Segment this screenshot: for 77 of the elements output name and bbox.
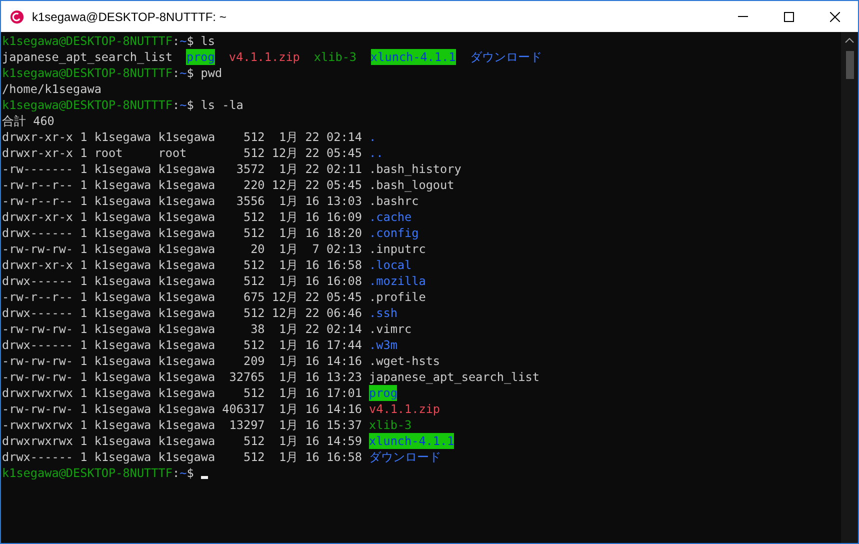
file-name: .bash_logout [369, 177, 454, 193]
directory-name: .cache [369, 209, 412, 225]
directory-name: .mozilla [369, 273, 426, 289]
file-details: drwxrwxrwx 1 k1segawa k1segawa 512 1月 16 17:01 [2, 385, 362, 401]
file-details: drwx------ 1 k1segawa k1segawa 512 1月 16 16:58 [2, 449, 362, 465]
prompt-path: ~ [180, 65, 187, 81]
prompt-separator: : [172, 465, 180, 481]
directory-name: .config [369, 225, 419, 241]
directory-name: xlunch-4.1.1 [370, 49, 456, 65]
close-icon [830, 12, 840, 22]
minimize-icon [738, 16, 748, 17]
file-details: drwxr-xr-x 1 k1segawa k1segawa 512 1月 22 02:14 [2, 129, 362, 145]
directory-name: ダウンロード [470, 49, 542, 65]
prompt-symbol: $ [186, 65, 194, 81]
file-details: drwxr-xr-x 1 k1segawa k1segawa 512 1月 16 16:09 [2, 209, 362, 225]
prompt-user: k1segawa@DESKTOP-8NUTTTF [2, 33, 172, 49]
prompt-user: k1segawa@DESKTOP-8NUTTTF [2, 65, 172, 81]
file-name: .bash_history [369, 161, 462, 177]
directory-name: prog [186, 49, 215, 65]
prompt-path: ~ [180, 97, 187, 113]
prompt-symbol: $ [186, 97, 194, 113]
prompt-separator: : [172, 97, 180, 113]
directory-name: .local [369, 257, 412, 273]
archive-name: v4.1.1.zip [228, 49, 300, 65]
directory-name: .. [369, 145, 384, 161]
directory-name: ダウンロード [369, 449, 442, 465]
file-name: .inputrc [369, 241, 426, 257]
prompt-separator: : [172, 33, 180, 49]
directory-name: . [369, 129, 376, 145]
prompt-user: k1segawa@DESKTOP-8NUTTTF [2, 465, 172, 481]
prompt-path: ~ [180, 465, 187, 481]
file-details: drwx------ 1 k1segawa k1segawa 512 1月 16 17:44 [2, 337, 362, 353]
file-name: japanese_apt_search_list [369, 369, 540, 385]
prompt-separator: : [172, 65, 180, 81]
file-details: -rw-rw-rw- 1 k1segawa k1segawa 209 1月 16 14:16 [2, 353, 362, 369]
file-details: -rw-rw-rw- 1 k1segawa k1segawa 32765 1月 16 13:23 [2, 369, 362, 385]
file-details: -rw-r--r-- 1 k1segawa k1segawa 220 12月 22 05:45 [2, 177, 362, 193]
directory-name: .w3m [369, 337, 398, 353]
file-name: 合計 460 [2, 113, 54, 129]
file-details: drwxrwxrwx 1 k1segawa k1segawa 512 1月 16 14:59 [2, 433, 362, 449]
file-details: -rw-rw-rw- 1 k1segawa k1segawa 38 1月 22 02:14 [2, 321, 362, 337]
prompt-path: ~ [180, 33, 187, 49]
directory-name: .ssh [369, 305, 398, 321]
file-name: japanese_apt_search_list [2, 49, 172, 65]
scrollbar-thumb[interactable] [846, 51, 854, 79]
scroll-up-icon [845, 38, 854, 43]
file-details: -rw-r--r-- 1 k1segawa k1segawa 3556 1月 16 13:03 [2, 193, 362, 209]
executable-name: xlib-3 [314, 49, 357, 65]
file-name: .profile [369, 289, 426, 305]
file-name: .vimrc [369, 321, 412, 337]
scrollbar[interactable] [841, 32, 858, 543]
file-details: -rw-rw-rw- 1 k1segawa k1segawa 20 1月 7 02:13 [2, 241, 362, 257]
file-details: drwxr-xr-x 1 root root 512 12月 22 05:45 [2, 145, 362, 161]
file-details: -rw-rw-rw- 1 k1segawa k1segawa 406317 1月 16 14:16 [2, 401, 362, 417]
window-title: k1segawa@DESKTOP-8NUTTTF: ~ [32, 8, 226, 26]
prompt-symbol: $ [186, 465, 194, 481]
swirl-logo-icon [10, 10, 24, 24]
command-text: ls [200, 33, 216, 49]
archive-name: v4.1.1.zip [369, 401, 440, 417]
command-text: pwd [200, 65, 222, 81]
file-details: drwxr-xr-x 1 k1segawa k1segawa 512 1月 16 16:58 [2, 257, 362, 273]
file-details: -rw------- 1 k1segawa k1segawa 3572 1月 22 02:11 [2, 161, 362, 177]
command-text: ls -la [200, 97, 244, 113]
file-details: drwx------ 1 k1segawa k1segawa 512 12月 22 06:46 [2, 305, 362, 321]
directory-name: prog [369, 385, 398, 401]
file-name: .wget-hsts [369, 353, 440, 369]
file-details: -rw-r--r-- 1 k1segawa k1segawa 675 12月 22 05:45 [2, 289, 362, 305]
file-details: drwx------ 1 k1segawa k1segawa 512 1月 16 16:08 [2, 273, 362, 289]
directory-name: xlunch-4.1.1 [369, 433, 454, 449]
file-details: -rwxrwxrwx 1 k1segawa k1segawa 13297 1月 16 15:37 [2, 417, 362, 433]
prompt-symbol: $ [186, 33, 194, 49]
file-details: drwx------ 1 k1segawa k1segawa 512 1月 16 18:20 [2, 225, 362, 241]
file-name: .bashrc [369, 193, 419, 209]
prompt-user: k1segawa@DESKTOP-8NUTTTF [2, 97, 172, 113]
maximize-icon [784, 12, 794, 22]
file-name: /home/k1segawa [2, 81, 102, 97]
executable-name: xlib-3 [369, 417, 412, 433]
